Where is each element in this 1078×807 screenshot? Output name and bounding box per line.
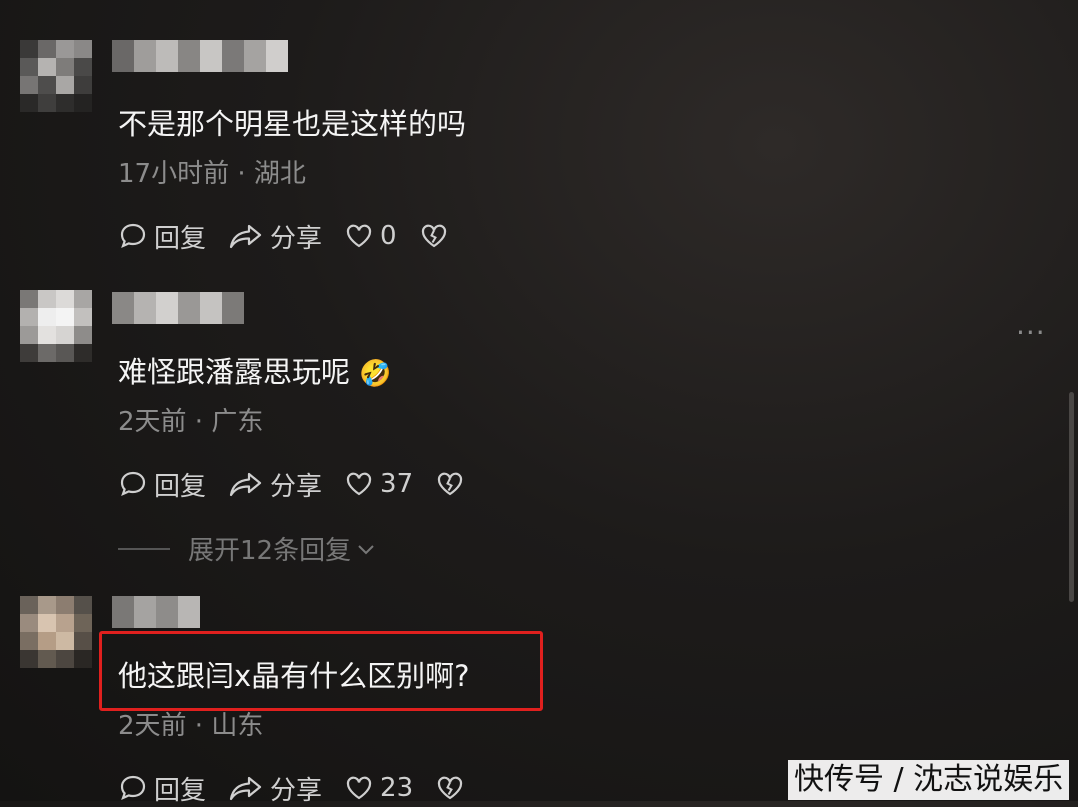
reply-bubble-icon — [120, 775, 146, 801]
username-pixelated[interactable] — [112, 292, 244, 324]
comment-text-body: 难怪跟潘露思玩呢 — [118, 355, 351, 389]
reply-bubble-icon — [120, 223, 146, 249]
share-arrow-icon — [229, 224, 262, 249]
reply-button[interactable]: 回复 — [118, 218, 206, 255]
reply-label: 回复 — [154, 471, 207, 502]
dislike-button[interactable] — [435, 469, 471, 499]
reply-label: 回复 — [154, 223, 207, 254]
broken-heart-icon — [438, 776, 463, 800]
red-highlight-box — [99, 631, 543, 711]
share-button[interactable]: 分享 — [228, 466, 322, 503]
heart-icon — [346, 224, 372, 248]
more-options-icon[interactable]: ··· — [1016, 316, 1046, 349]
broken-heart-icon — [421, 224, 446, 248]
comment-meta: 17小时前 · 湖北 — [118, 159, 306, 189]
reply-button[interactable]: 回复 — [118, 466, 206, 503]
reply-bubble-icon — [120, 471, 146, 497]
avatar[interactable] — [20, 40, 92, 112]
username-pixelated[interactable] — [112, 40, 288, 72]
share-arrow-icon — [229, 472, 262, 497]
dislike-button[interactable] — [419, 221, 455, 251]
comment-meta: 2天前 · 山东 — [118, 711, 264, 741]
like-button[interactable]: 0 — [344, 221, 397, 251]
dislike-button[interactable] — [435, 773, 471, 803]
like-button[interactable]: 23 — [344, 773, 413, 803]
like-count: 0 — [380, 221, 397, 251]
scrollbar[interactable] — [1069, 392, 1074, 602]
username-pixelated[interactable] — [112, 596, 200, 628]
share-label: 分享 — [270, 471, 323, 502]
broken-heart-icon — [438, 472, 463, 496]
watermark-text: 快传号 / 沈志说娱乐 — [788, 760, 1070, 800]
share-arrow-icon — [229, 776, 262, 801]
comment-text: 不是那个明星也是这样的吗 — [118, 107, 467, 141]
avatar[interactable] — [20, 290, 92, 362]
share-label: 分享 — [270, 223, 323, 254]
expand-replies-label: 展开12条回复 — [188, 536, 352, 566]
laughing-emoji: 🤣 — [359, 359, 392, 389]
heart-icon — [346, 776, 372, 800]
comment-text: 难怪跟潘露思玩呢 🤣 — [118, 354, 392, 392]
comment-actions: 回复 分享 0 — [118, 218, 477, 254]
like-button[interactable]: 37 — [344, 469, 413, 499]
avatar[interactable] — [20, 596, 92, 668]
divider-line — [118, 547, 170, 550]
comment-meta: 2天前 · 广东 — [118, 407, 264, 437]
like-count: 37 — [380, 469, 414, 499]
heart-icon — [346, 472, 372, 496]
share-button[interactable]: 分享 — [228, 218, 322, 255]
expand-replies-button[interactable]: 展开12条回复 — [118, 530, 377, 567]
comment-actions: 回复 分享 37 — [118, 466, 493, 502]
like-count: 23 — [380, 773, 414, 803]
chevron-down-icon — [358, 544, 374, 554]
